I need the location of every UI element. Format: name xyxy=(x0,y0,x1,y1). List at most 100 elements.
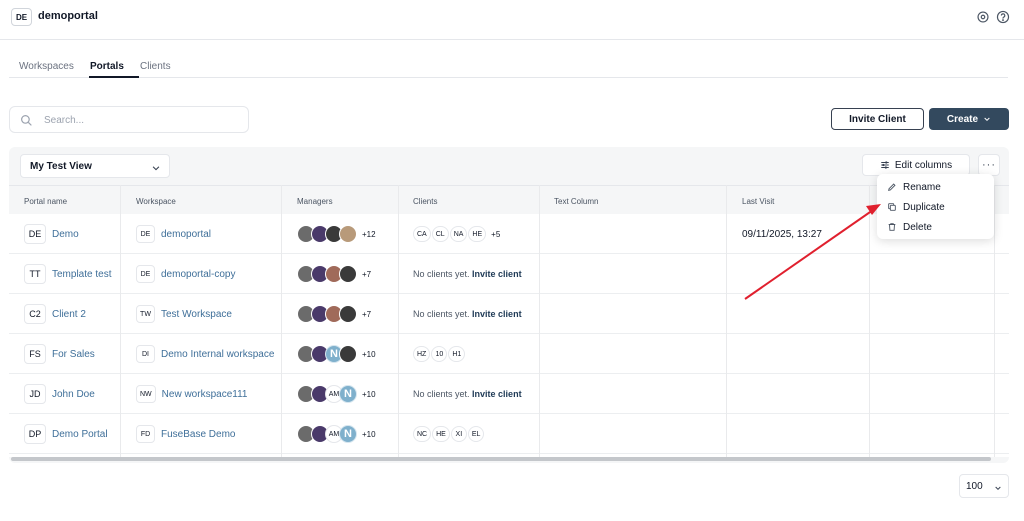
portal-name-link[interactable]: Demo Portal xyxy=(52,429,108,440)
create-button[interactable]: Create xyxy=(929,108,1009,130)
invite-client-link[interactable]: Invite client xyxy=(472,389,522,399)
active-tab-indicator xyxy=(89,76,139,78)
tab-portals[interactable]: Portals xyxy=(90,61,124,72)
workspace-badge[interactable]: DE xyxy=(11,8,32,26)
search-icon xyxy=(21,115,32,126)
pencil-icon xyxy=(888,183,896,191)
more-options-button[interactable]: ··· xyxy=(978,154,1000,176)
menu-item-delete[interactable]: Delete xyxy=(877,217,994,237)
tab-workspaces[interactable]: Workspaces xyxy=(19,61,74,72)
table-header: Portal name Workspace Managers Clients T… xyxy=(9,185,1009,214)
horizontal-scrollbar[interactable] xyxy=(11,457,991,461)
column-header-workspace[interactable]: Workspace xyxy=(136,197,176,206)
column-header-clients[interactable]: Clients xyxy=(413,197,437,206)
menu-item-rename[interactable]: Rename xyxy=(877,177,994,197)
portal-code-badge: DE xyxy=(24,224,46,244)
table-row[interactable]: TT Template test DE demoportal-copy +7 No … xyxy=(9,254,1009,294)
table-row[interactable]: DP Demo Portal FD FuseBase Demo AM N +10 N… xyxy=(9,414,1009,454)
search-input[interactable] xyxy=(44,112,239,128)
settings-icon[interactable] xyxy=(976,10,990,24)
column-divider xyxy=(539,185,540,457)
avatar: N xyxy=(339,385,357,403)
workspace-link[interactable]: New workspace111 xyxy=(162,389,248,400)
column-header-managers[interactable]: Managers xyxy=(297,197,333,206)
portal-code-badge: TT xyxy=(24,264,46,284)
client-chip: NC xyxy=(413,426,432,442)
portal-code-badge: FS xyxy=(24,344,46,364)
managers-more-count: +10 xyxy=(362,349,376,359)
portal-code-badge: JD xyxy=(24,384,46,404)
column-divider xyxy=(726,185,727,457)
menu-item-label: Delete xyxy=(903,221,932,233)
column-divider xyxy=(398,185,399,457)
client-chip: CL xyxy=(431,226,449,242)
workspace-code-badge: DE xyxy=(136,225,155,243)
client-chip: EL xyxy=(467,426,485,442)
help-icon[interactable] xyxy=(996,10,1010,24)
view-selector[interactable]: My Test View xyxy=(20,154,170,178)
main-tabs: Workspaces Portals Clients xyxy=(9,57,1008,78)
table-row[interactable]: JD John Doe NW New workspace111 AM N +10 N… xyxy=(9,374,1009,414)
clients-more-count: +5 xyxy=(491,229,501,239)
avatar: N xyxy=(339,425,357,443)
menu-item-duplicate[interactable]: Duplicate xyxy=(877,197,994,217)
client-chip: HE xyxy=(468,226,487,242)
invite-client-link[interactable]: Invite client xyxy=(472,269,522,279)
client-chip: NA xyxy=(449,226,468,242)
column-header-last-visit[interactable]: Last Visit xyxy=(742,197,774,206)
portals-table-panel: My Test View Edit columns ··· Portal nam… xyxy=(9,147,1009,463)
edit-columns-button[interactable]: Edit columns xyxy=(862,154,970,176)
portal-name-link[interactable]: Template test xyxy=(52,269,111,280)
table-row[interactable]: C2 Client 2 TW Test Workspace +7 No client… xyxy=(9,294,1009,334)
portal-code-badge: C2 xyxy=(24,304,46,324)
options-menu: Rename Duplicate Delete xyxy=(877,174,994,239)
portal-name-link[interactable]: Demo xyxy=(52,229,79,240)
workspace-link[interactable]: Test Workspace xyxy=(161,309,232,320)
client-chip: XI xyxy=(450,426,467,442)
no-clients-text: No clients yet. xyxy=(413,389,470,399)
column-divider xyxy=(120,185,121,457)
manager-avatars[interactable] xyxy=(297,265,357,283)
avatar xyxy=(339,305,357,323)
portal-name-link[interactable]: For Sales xyxy=(52,349,95,360)
tab-clients[interactable]: Clients xyxy=(140,61,171,72)
workspace-link[interactable]: demoportal-copy xyxy=(161,269,235,280)
column-divider xyxy=(281,185,282,457)
manager-avatars[interactable] xyxy=(297,225,357,243)
invite-client-button[interactable]: Invite Client xyxy=(831,108,924,130)
copy-icon xyxy=(888,203,896,211)
column-divider xyxy=(869,185,870,457)
page-size-select[interactable]: 100 xyxy=(959,474,1009,498)
workspace-link[interactable]: FuseBase Demo xyxy=(161,429,235,440)
manager-avatars[interactable]: AM N xyxy=(297,425,357,443)
client-chip: HE xyxy=(432,426,450,442)
manager-avatars[interactable]: AM N xyxy=(297,385,357,403)
workspace-link[interactable]: Demo Internal workspace xyxy=(161,349,274,360)
avatar xyxy=(339,225,357,243)
portal-name-link[interactable]: John Doe xyxy=(52,389,95,400)
page-size-value: 100 xyxy=(966,481,983,492)
client-chip: H1 xyxy=(448,346,466,362)
column-header-text-column[interactable]: Text Column xyxy=(554,197,598,206)
portal-name-link[interactable]: Client 2 xyxy=(52,309,86,320)
workspace-title[interactable]: demoportal xyxy=(38,10,98,22)
table-row[interactable]: DE Demo DE demoportal +12 CA CL NA HE +5 0… xyxy=(9,214,1009,254)
client-chip: 10 xyxy=(431,346,448,362)
managers-more-count: +10 xyxy=(362,389,376,399)
create-button-label: Create xyxy=(946,113,979,125)
client-chip: HZ xyxy=(413,346,431,362)
sliders-icon xyxy=(881,161,889,169)
app-header: DE demoportal xyxy=(0,0,1024,40)
manager-avatars[interactable] xyxy=(297,305,357,323)
workspace-link[interactable]: demoportal xyxy=(161,229,211,240)
managers-more-count: +7 xyxy=(362,309,372,319)
menu-item-label: Duplicate xyxy=(903,201,945,213)
column-header-portal-name[interactable]: Portal name xyxy=(24,197,67,206)
managers-more-count: +10 xyxy=(362,429,376,439)
workspace-code-badge: DI xyxy=(136,345,155,363)
manager-avatars[interactable]: N xyxy=(297,345,357,363)
invite-client-link[interactable]: Invite client xyxy=(472,309,522,319)
menu-item-label: Rename xyxy=(903,181,941,193)
no-clients-text: No clients yet. xyxy=(413,309,470,319)
table-row[interactable]: FS For Sales DI Demo Internal workspace N … xyxy=(9,334,1009,374)
